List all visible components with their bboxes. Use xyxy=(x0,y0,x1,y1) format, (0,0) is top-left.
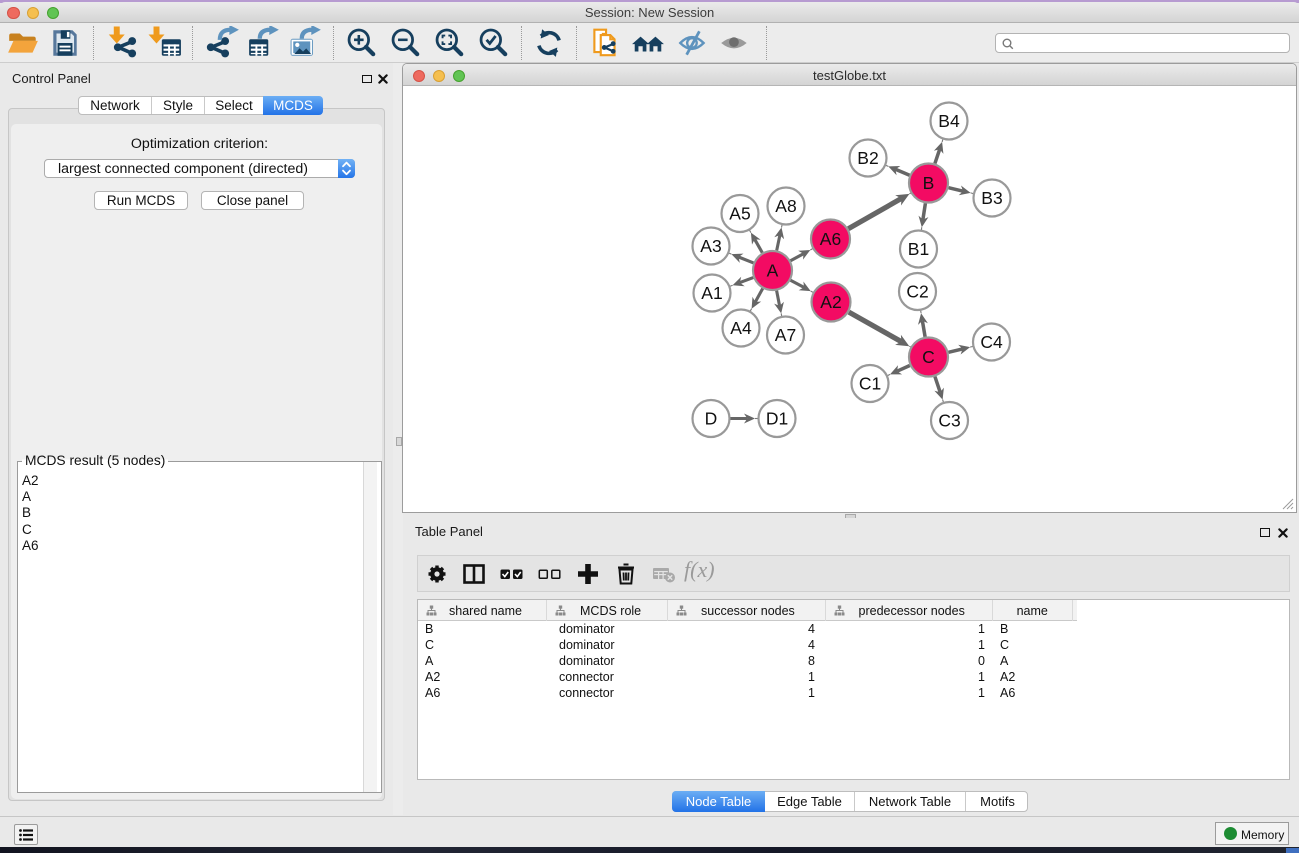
svg-text:A8: A8 xyxy=(775,196,796,216)
svg-text:B: B xyxy=(923,173,935,193)
svg-text:D1: D1 xyxy=(766,409,788,429)
svg-text:C1: C1 xyxy=(859,374,881,394)
svg-text:A6: A6 xyxy=(820,229,841,249)
svg-text:B4: B4 xyxy=(938,111,960,131)
svg-text:C2: C2 xyxy=(906,282,928,302)
svg-text:C3: C3 xyxy=(938,411,960,431)
svg-text:A2: A2 xyxy=(820,292,841,312)
svg-text:B1: B1 xyxy=(908,239,929,259)
svg-text:A: A xyxy=(767,261,779,281)
svg-text:B3: B3 xyxy=(981,188,1002,208)
svg-text:B2: B2 xyxy=(857,148,878,168)
svg-text:D: D xyxy=(705,409,718,429)
svg-text:A4: A4 xyxy=(730,318,752,338)
svg-text:A1: A1 xyxy=(701,283,722,303)
svg-text:C4: C4 xyxy=(980,332,1003,352)
svg-text:A7: A7 xyxy=(775,325,796,345)
svg-text:A5: A5 xyxy=(729,204,750,224)
svg-text:A3: A3 xyxy=(700,236,721,256)
svg-text:C: C xyxy=(922,347,935,367)
